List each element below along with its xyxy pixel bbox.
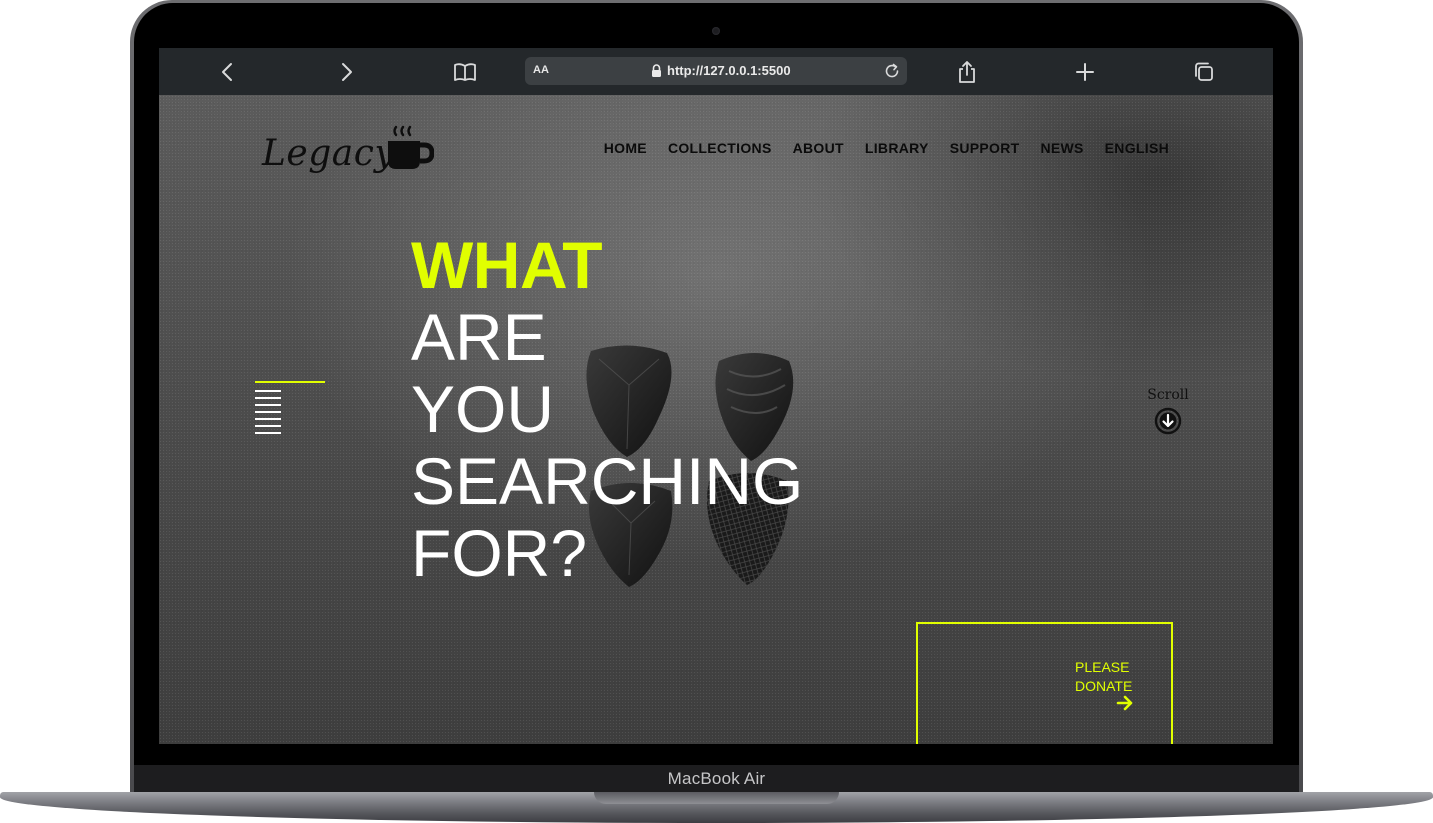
side-menu-line: [255, 390, 281, 392]
nav-language[interactable]: ENGLISH: [1105, 140, 1169, 156]
scroll-label: Scroll: [1147, 387, 1189, 403]
headline-line: ARE: [411, 300, 547, 374]
screen: AA http://127.0.0.1:5500 Legacy HOME COL…: [159, 48, 1273, 744]
main-nav: HOME COLLECTIONS ABOUT LIBRARY SUPPORT N…: [583, 140, 1169, 156]
new-tab-icon[interactable]: [1072, 59, 1098, 85]
coffee-cup-icon: [388, 125, 434, 169]
nav-home[interactable]: HOME: [604, 140, 647, 156]
scroll-down-icon: [1154, 407, 1182, 435]
laptop-notch: [594, 792, 839, 804]
donate-line-2: DONATE: [1075, 678, 1133, 694]
headline-accent: WHAT: [411, 228, 603, 302]
headline-line: YOU: [411, 372, 555, 446]
arrow-right-icon[interactable]: [1116, 695, 1134, 711]
donate-link[interactable]: PLEASE DONATE: [1075, 658, 1132, 696]
side-menu-line: [255, 418, 281, 420]
nav-news[interactable]: NEWS: [1040, 140, 1083, 156]
side-menu-line: [255, 397, 281, 399]
side-menu-line: [255, 404, 281, 406]
side-menu-line: [255, 411, 281, 413]
nav-library[interactable]: LIBRARY: [865, 140, 929, 156]
forward-icon[interactable]: [333, 59, 359, 85]
browser-toolbar: AA http://127.0.0.1:5500: [159, 48, 1273, 95]
nav-about[interactable]: ABOUT: [793, 140, 844, 156]
side-menu-line: [255, 425, 281, 427]
reload-icon[interactable]: [883, 62, 901, 80]
laptop-mockup: AA http://127.0.0.1:5500 Legacy HOME COL…: [0, 0, 1433, 823]
tabs-icon[interactable]: [1191, 59, 1217, 85]
side-menu-line: [255, 432, 281, 434]
side-menu-button[interactable]: [255, 381, 327, 441]
nav-collections[interactable]: COLLECTIONS: [668, 140, 772, 156]
donate-line-1: PLEASE: [1075, 659, 1130, 675]
web-page: Legacy HOME COLLECTIONS ABOUT LIBRARY SU…: [159, 95, 1273, 744]
back-icon[interactable]: [215, 59, 241, 85]
donate-box[interactable]: PLEASE DONATE: [916, 622, 1173, 744]
lock-icon: [652, 64, 661, 77]
nav-support[interactable]: SUPPORT: [950, 140, 1020, 156]
bookmarks-icon[interactable]: [452, 59, 478, 85]
logo-text: Legacy: [262, 133, 396, 174]
device-label: MacBook Air: [667, 769, 766, 788]
camera: [712, 27, 720, 35]
headline-line: SEARCHING: [411, 444, 804, 518]
side-menu-accent-line: [255, 381, 325, 383]
share-icon[interactable]: [954, 59, 980, 85]
hero-headline: WHAT ARE YOU SEARCHING FOR?: [411, 229, 803, 589]
headline-line: FOR?: [411, 516, 588, 590]
url-text[interactable]: http://127.0.0.1:5500: [667, 63, 791, 78]
scroll-indicator[interactable]: Scroll: [1145, 387, 1191, 435]
text-size-button[interactable]: AA: [533, 64, 549, 76]
address-bar[interactable]: AA http://127.0.0.1:5500: [525, 57, 907, 85]
